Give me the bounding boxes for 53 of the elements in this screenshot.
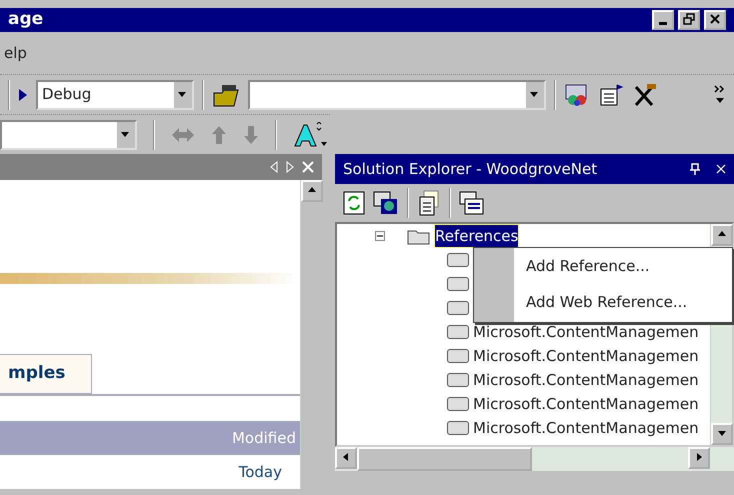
reference-icon: [447, 253, 469, 267]
tree-item[interactable]: Microsoft.ContentManagemen: [473, 416, 699, 440]
horizontal-scrollbar[interactable]: [335, 447, 734, 471]
previous-tab-icon[interactable]: [270, 161, 278, 173]
collapse-icon[interactable]: [375, 231, 385, 241]
reference-icon: [447, 325, 469, 339]
dropdown-value: Debug: [41, 84, 92, 106]
close-button[interactable]: [704, 10, 726, 30]
scroll-right-button[interactable]: [688, 447, 710, 469]
tree-item[interactable]: Microsoft.ContentManagemen: [473, 368, 699, 392]
tree-item[interactable]: Microsoft.ContentManagemen: [473, 344, 699, 368]
close-icon[interactable]: [716, 164, 726, 174]
table-cell-text: Today: [238, 462, 282, 483]
play-icon: [18, 88, 28, 102]
reference-icon: [447, 373, 469, 387]
copy-icon[interactable]: [417, 190, 441, 216]
close-icon: [709, 13, 721, 26]
tab[interactable]: mples: [0, 354, 92, 394]
restore-button[interactable]: [678, 10, 700, 30]
configuration-dropdown[interactable]: Debug: [36, 80, 194, 110]
next-tab-icon[interactable]: [286, 161, 294, 173]
pin-icon[interactable]: [690, 163, 700, 175]
menu-item[interactable]: Add Reference...: [514, 248, 732, 284]
reference-icon: [447, 349, 469, 363]
minimize-icon: [659, 22, 667, 26]
scroll-up-button[interactable]: [711, 224, 733, 246]
restore-icon: [683, 13, 695, 26]
panel-title: Solution Explorer - WoodgroveNet: [343, 158, 598, 180]
search-field[interactable]: [248, 80, 546, 110]
folder-icon[interactable]: [212, 82, 240, 106]
reference-icon: [447, 277, 469, 291]
menu-item[interactable]: Add Web Reference...: [514, 284, 732, 320]
properties-icon[interactable]: [459, 191, 485, 215]
tools-icon[interactable]: [632, 82, 658, 106]
scroll-left-button[interactable]: [335, 447, 357, 469]
tree-item[interactable]: Microsoft.ContentManagemen: [473, 320, 699, 344]
refresh-icon[interactable]: [343, 191, 365, 215]
scroll-down-button[interactable]: [711, 423, 733, 445]
menu-item[interactable]: elp: [0, 42, 27, 64]
form-icon[interactable]: [598, 82, 624, 106]
overflow-chevron-icon[interactable]: [714, 84, 726, 106]
globe-window-icon[interactable]: [373, 191, 399, 215]
tree-item[interactable]: Microsoft.ContentManagemen: [473, 392, 699, 416]
window-title: age: [8, 8, 44, 32]
dropdown-field[interactable]: [0, 120, 137, 150]
scroll-thumb[interactable]: [357, 447, 532, 471]
reference-icon: [447, 421, 469, 435]
scroll-up-button[interactable]: [301, 180, 323, 202]
reference-icon: [447, 397, 469, 411]
font-size-icon[interactable]: [293, 122, 329, 148]
reference-icon: [447, 301, 469, 315]
tree-item[interactable]: References: [435, 224, 518, 248]
minimize-button[interactable]: [652, 10, 674, 30]
